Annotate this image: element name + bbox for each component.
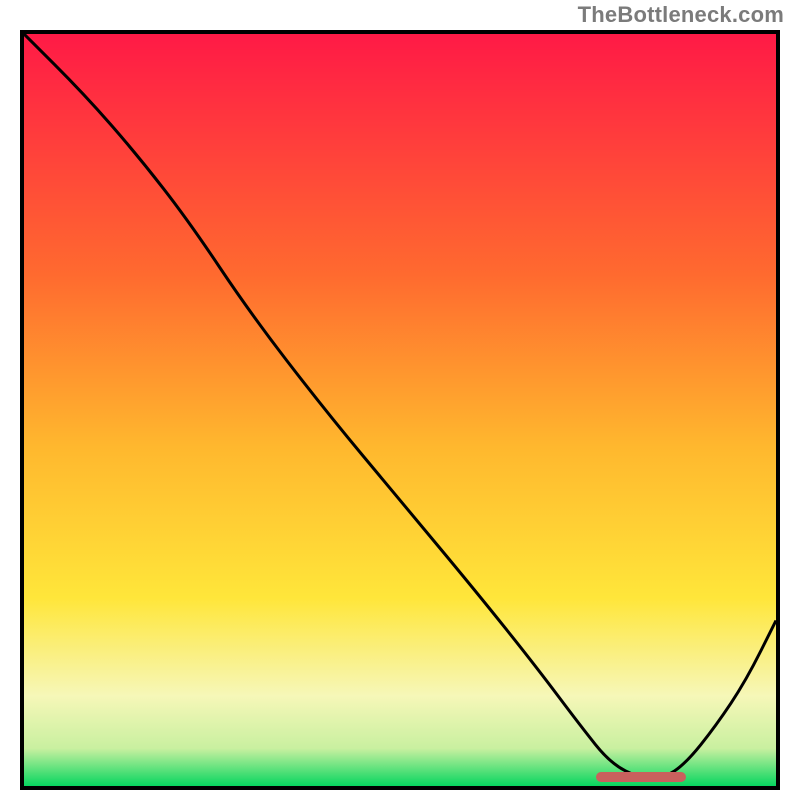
chart-canvas	[24, 34, 776, 786]
valley-marker	[596, 772, 686, 782]
attribution-text: TheBottleneck.com	[578, 2, 784, 28]
chart-curve	[24, 34, 776, 786]
chart-frame	[20, 30, 780, 790]
